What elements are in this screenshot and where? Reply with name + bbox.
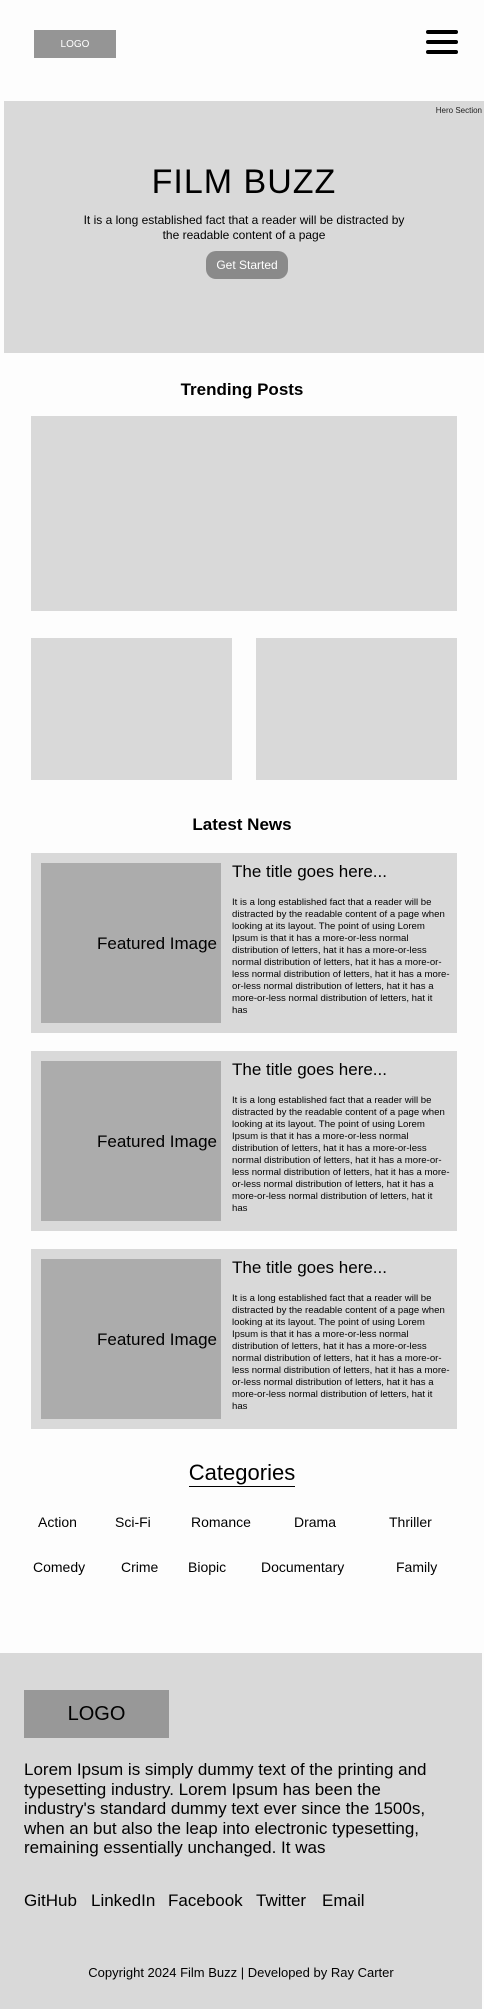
featured-image: Featured Image — [41, 1259, 221, 1419]
news-card-title[interactable]: The title goes here... — [232, 1060, 387, 1080]
footer-logo[interactable]: LOGO — [24, 1690, 169, 1738]
category-romance[interactable]: Romance — [191, 1514, 251, 1530]
footer-description: Lorem Ipsum is simply dummy text of the … — [24, 1760, 427, 1857]
get-started-button[interactable]: Get Started — [206, 251, 288, 279]
trending-post-left[interactable] — [31, 638, 232, 780]
trending-post-main[interactable] — [31, 416, 457, 611]
news-card-excerpt: It is a long established fact that a rea… — [232, 1095, 450, 1214]
hero-subtitle: It is a long established fact that a rea… — [83, 213, 405, 242]
category-crime[interactable]: Crime — [121, 1559, 158, 1575]
category-biopic[interactable]: Biopic — [188, 1559, 226, 1575]
featured-image: Featured Image — [41, 1061, 221, 1221]
news-card-title[interactable]: The title goes here... — [232, 1258, 387, 1278]
news-card[interactable]: Featured Image The title goes here... It… — [31, 853, 457, 1033]
hero-section-tag: Hero Section — [435, 106, 482, 115]
header-logo[interactable]: LOGO — [34, 30, 116, 58]
news-card-title[interactable]: The title goes here... — [232, 862, 387, 882]
twitter-link[interactable]: Twitter — [256, 1891, 306, 1911]
category-drama[interactable]: Drama — [294, 1514, 336, 1530]
latest-news-title: Latest News — [192, 815, 292, 834]
email-link[interactable]: Email — [322, 1891, 365, 1911]
hero-title: FILM BUZZ — [151, 163, 337, 201]
featured-image: Featured Image — [41, 863, 221, 1023]
news-card[interactable]: Featured Image The title goes here... It… — [31, 1249, 457, 1429]
trending-posts-title: Trending Posts — [180, 380, 304, 399]
hamburger-menu-icon[interactable] — [426, 30, 458, 54]
github-link[interactable]: GitHub — [24, 1891, 77, 1911]
facebook-link[interactable]: Facebook — [168, 1891, 243, 1911]
category-thriller[interactable]: Thriller — [389, 1514, 432, 1530]
news-card[interactable]: Featured Image The title goes here... It… — [31, 1051, 457, 1231]
trending-post-right[interactable] — [256, 638, 457, 780]
categories-title: Categories — [188, 1460, 296, 1487]
category-family[interactable]: Family — [396, 1559, 437, 1575]
category-documentary[interactable]: Documentary — [261, 1559, 344, 1575]
news-card-excerpt: It is a long established fact that a rea… — [232, 1293, 450, 1412]
category-action[interactable]: Action — [38, 1514, 77, 1530]
copyright: Copyright 2024 Film Buzz | Developed by … — [88, 1965, 394, 1980]
footer: LOGO Lorem Ipsum is simply dummy text of… — [0, 1653, 482, 2009]
hero-section: Hero Section FILM BUZZ It is a long esta… — [4, 101, 484, 353]
category-comedy[interactable]: Comedy — [33, 1559, 85, 1575]
linkedin-link[interactable]: LinkedIn — [91, 1891, 155, 1911]
category-sci-fi[interactable]: Sci-Fi — [115, 1514, 151, 1530]
news-card-excerpt: It is a long established fact that a rea… — [232, 897, 450, 1016]
